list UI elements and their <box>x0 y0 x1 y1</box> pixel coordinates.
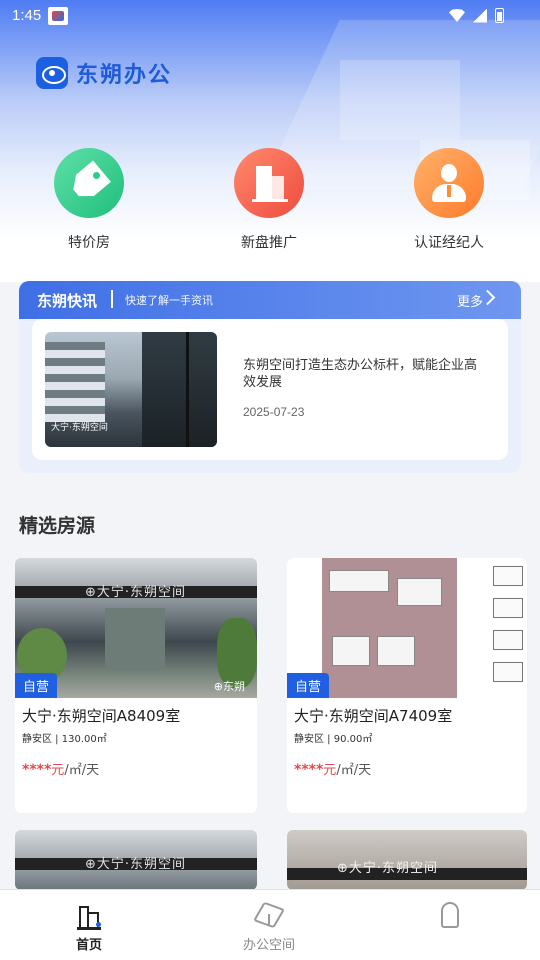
tab-label: 首页 <box>75 938 102 953</box>
listing-image-watermark: ⊕东朔 <box>213 680 245 693</box>
quick-entry-new-projects[interactable]: 新盘推广 <box>209 148 329 252</box>
listing-title: 大宁·东朔空间A8409室 <box>22 707 181 725</box>
agent-icon <box>414 148 484 218</box>
tab-label: 办公空间 <box>242 938 295 953</box>
price-suffix: /㎡/天 <box>336 763 372 778</box>
bottom-tab-bar: 首页 办公空间 <box>0 889 540 960</box>
price-masked: **** <box>22 762 52 778</box>
quick-entry-row: 特价房 新盘推广 认证经纪人 <box>0 148 540 258</box>
header-decoration <box>340 60 460 140</box>
listing-image-sign: ⊕大宁·东朔空间 <box>337 861 439 876</box>
quick-entry-agent[interactable]: 认证经纪人 <box>389 148 509 252</box>
listing-image-sign: ⊕大宁·东朔空间 <box>85 857 187 872</box>
listing-floorplan-image: 自营 <box>287 558 527 698</box>
listing-card[interactable]: ⊕大宁·东朔空间 ⊕东朔 自营 大宁·东朔空间A8409室 静安区 | 130.… <box>15 558 257 813</box>
listing-image: ⊕大宁·东朔空间 <box>287 830 527 890</box>
listing-card[interactable]: ⊕大宁·东朔空间 <box>287 830 527 890</box>
brand-header: 东朔办公 <box>36 57 172 89</box>
self-operated-badge: 自营 <box>287 673 330 698</box>
news-image: 大宁·东朔空间 <box>45 332 217 447</box>
listing-area: 90.00㎡ <box>333 734 373 745</box>
section-title: 精选房源 <box>19 515 96 537</box>
listing-price: ****元/㎡/天 <box>294 759 527 778</box>
price-unit: 元 <box>51 763 65 778</box>
news-more-link[interactable]: 更多 <box>457 291 483 310</box>
listing-area: 130.00㎡ <box>61 734 107 745</box>
listing-price: ****元/㎡/天 <box>22 759 257 778</box>
listing-title: 大宁·东朔空间A7409室 <box>294 707 453 725</box>
signal-icon <box>473 8 487 23</box>
listing-meta: 静安区 | 90.00㎡ <box>294 734 373 745</box>
listing-image: ⊕大宁·东朔空间 ⊕东朔 自营 <box>15 558 257 698</box>
status-bar: 1:45 <box>0 0 540 32</box>
person-icon <box>435 900 463 930</box>
divider <box>111 290 113 308</box>
listing-meta: 静安区 | 130.00㎡ <box>22 734 107 745</box>
wifi-icon <box>449 9 465 22</box>
tab-home[interactable]: 首页 <box>29 900 149 953</box>
quick-entry-label: 认证经纪人 <box>414 235 484 251</box>
home-icon <box>75 900 103 930</box>
self-operated-badge: 自营 <box>15 673 58 698</box>
tab-office-space[interactable]: 办公空间 <box>209 900 329 953</box>
cube-icon <box>253 900 285 930</box>
price-masked: **** <box>294 762 324 778</box>
listing-image: ⊕大宁·东朔空间 <box>15 830 257 890</box>
quick-entry-label: 新盘推广 <box>241 235 297 251</box>
tab-profile[interactable] <box>389 900 509 934</box>
news-image-caption: 大宁·东朔空间 <box>51 423 108 433</box>
price-unit: 元 <box>323 763 337 778</box>
listing-district: 静安区 <box>294 734 324 745</box>
price-suffix: /㎡/天 <box>64 763 100 778</box>
brand-logo-icon <box>36 57 68 89</box>
status-time: 1:45 <box>12 7 42 24</box>
news-date: 2025-07-23 <box>243 405 305 419</box>
news-title: 东朔快讯 <box>37 292 98 310</box>
listing-district: 静安区 <box>22 734 52 745</box>
news-subtitle: 快速了解一手资讯 <box>125 294 213 307</box>
news-headline: 东朔空间打造生态办公标杆，赋能企业高效发展 <box>243 358 478 390</box>
listing-card[interactable]: 自营 大宁·东朔空间A7409室 静安区 | 90.00㎡ ****元/㎡/天 <box>287 558 527 813</box>
listing-image-sign: ⊕大宁·东朔空间 <box>85 585 187 600</box>
news-header: 东朔快讯 快速了解一手资讯 更多 <box>19 281 521 319</box>
battery-icon <box>495 8 504 23</box>
news-item[interactable]: 大宁·东朔空间 东朔空间打造生态办公标杆，赋能企业高效发展 2025-07-23 <box>32 319 508 460</box>
building-icon <box>234 148 304 218</box>
brand-name: 东朔办公 <box>76 63 173 88</box>
quick-entry-label: 特价房 <box>68 235 110 251</box>
news-card: 东朔快讯 快速了解一手资讯 更多 大宁·东朔空间 东朔空间打造生态办公标杆，赋能… <box>19 281 521 473</box>
quick-entry-discount[interactable]: 特价房 <box>29 148 149 252</box>
tag-icon <box>54 148 124 218</box>
listing-card[interactable]: ⊕大宁·东朔空间 <box>15 830 257 890</box>
notification-app-icon <box>48 7 68 25</box>
